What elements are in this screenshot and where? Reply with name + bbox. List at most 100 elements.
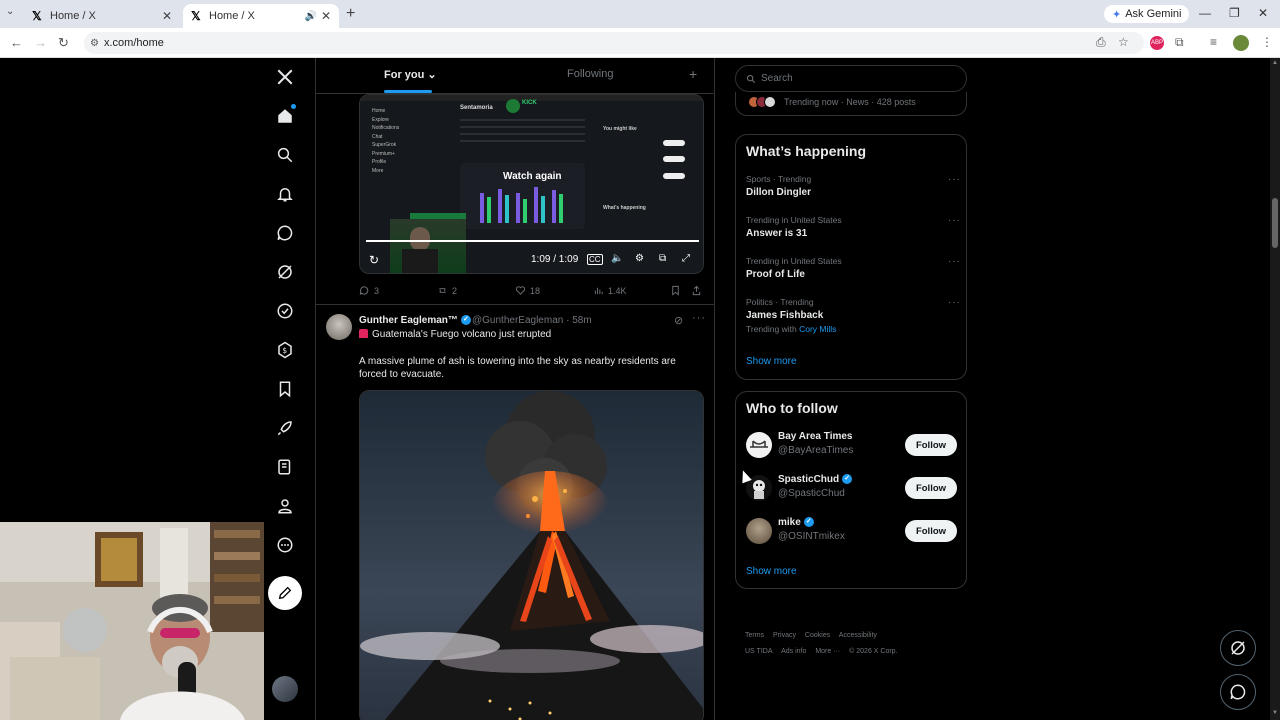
jobs-rocket-icon[interactable] (272, 415, 298, 441)
follow-button[interactable]: Follow (905, 520, 957, 542)
extensions-icon[interactable]: ⧉ (1175, 35, 1184, 50)
video-progress-bar[interactable] (366, 240, 699, 242)
grok-explain-icon[interactable]: ⊘ (674, 314, 683, 327)
home-icon[interactable] (272, 103, 298, 129)
watch-again-label[interactable]: Watch again (503, 171, 562, 182)
captions-icon[interactable]: CC (587, 254, 603, 265)
share-button[interactable] (691, 285, 702, 296)
trend-item[interactable]: Trending in United States Proof of Life … (746, 256, 961, 280)
trend-more-icon[interactable]: ··· (948, 215, 961, 226)
install-icon[interactable]: ⎙ (1096, 35, 1106, 50)
follow-suggestion[interactable]: mike ✓ @OSINTmikex Follow (746, 516, 961, 548)
media-control-icon[interactable]: ≡ (1210, 35, 1217, 49)
author-handle[interactable]: @GuntherEagleman · 58m (472, 315, 592, 326)
avatar[interactable] (746, 432, 772, 458)
suggestion-handle[interactable]: @OSINTmikex (778, 531, 845, 542)
volume-icon[interactable]: 🔈 (611, 253, 623, 264)
trend-more-icon[interactable]: ··· (948, 297, 961, 308)
trend-item[interactable]: Trending in United States Answer is 31 ·… (746, 215, 961, 239)
scrollbar-thumb[interactable] (1272, 198, 1278, 248)
address-bar[interactable]: ⚙ x.com/home (84, 32, 1144, 54)
follow-suggestion[interactable]: SpasticChud ✓ @SpasticChud Follow (746, 473, 961, 505)
account-avatar[interactable] (272, 676, 298, 702)
footer-link-accessibility[interactable]: Accessibility (839, 632, 877, 639)
ask-gemini-button[interactable]: ✦ Ask Gemini (1104, 5, 1190, 23)
browser-tab-1[interactable]: 𝕏 Home / X ✕ (24, 4, 180, 28)
bookmark-button[interactable] (670, 285, 681, 296)
suggestion-name[interactable]: mike ✓ (778, 517, 814, 528)
show-more-follow-link[interactable]: Show more (746, 566, 797, 577)
suggestion-handle[interactable]: @SpasticChud (778, 488, 845, 499)
x-logo-icon[interactable] (272, 64, 298, 90)
tab-search-icon[interactable]: ⌄ (6, 6, 14, 17)
footer-link-cookies[interactable]: Cookies (805, 632, 830, 639)
author-name[interactable]: Gunther Eagleman™ ✓ (359, 315, 471, 326)
browser-menu-icon[interactable]: ⋮ (1261, 35, 1273, 49)
reply-button[interactable]: 3 (359, 285, 379, 296)
trend-more-icon[interactable]: ··· (948, 256, 961, 267)
trend-with-link[interactable]: Cory Mills (799, 324, 836, 334)
views-button[interactable]: 1.4K (593, 285, 627, 296)
follow-suggestion[interactable]: Bay Area Times @BayAreaTimes Follow (746, 430, 961, 462)
search-input[interactable]: Search (735, 65, 967, 92)
follow-button[interactable]: Follow (905, 477, 957, 499)
follow-button[interactable]: Follow (905, 434, 957, 456)
new-tab-button[interactable]: + (346, 5, 355, 23)
bookmark-star-icon[interactable]: ☆ (1118, 35, 1129, 49)
forward-icon[interactable]: → (34, 35, 47, 50)
post-more-icon[interactable]: ··· (692, 312, 706, 324)
tab-close-icon[interactable]: ✕ (321, 9, 331, 23)
page-scrollbar[interactable] (1270, 58, 1280, 720)
trend-item[interactable]: Politics · Trending James Fishback Trend… (746, 297, 961, 334)
grok-icon[interactable] (272, 259, 298, 285)
repost-button[interactable]: 2 (437, 285, 457, 296)
footer-link-more[interactable]: More ··· (815, 648, 840, 655)
tab-for-you[interactable]: For you ⌄ (384, 68, 437, 81)
suggestion-name[interactable]: SpasticChud ✓ (778, 474, 853, 485)
suggestion-handle[interactable]: @BayAreaTimes (778, 445, 853, 456)
footer-link-us-tida[interactable]: US TIDA (745, 648, 773, 655)
avatar[interactable] (746, 518, 772, 544)
scroll-down-icon[interactable]: ▼ (1272, 710, 1278, 716)
tab-close-icon[interactable]: ✕ (162, 9, 172, 23)
compose-post-button[interactable] (268, 576, 302, 610)
minimize-icon[interactable]: — (1199, 6, 1211, 20)
footer-link-ads-info[interactable]: Ads info (781, 648, 806, 655)
bookmarks-icon[interactable] (272, 376, 298, 402)
profile-icon[interactable] (272, 493, 298, 519)
profile-avatar-icon[interactable] (1233, 35, 1249, 51)
chat-icon[interactable] (272, 220, 298, 246)
messages-float-button[interactable] (1220, 674, 1256, 710)
site-info-icon[interactable]: ⚙ (90, 38, 99, 49)
like-button[interactable]: 18 (515, 285, 540, 296)
restore-icon[interactable]: ❐ (1229, 6, 1240, 20)
footer-link-privacy[interactable]: Privacy (773, 632, 796, 639)
tab-following[interactable]: Following (567, 68, 613, 80)
settings-gear-icon[interactable]: ⚙ (635, 253, 644, 264)
footer-link-terms[interactable]: Terms (745, 632, 764, 639)
adblock-extension-icon[interactable]: ABP (1150, 36, 1164, 50)
premium-icon[interactable] (272, 298, 298, 324)
add-feed-icon[interactable]: + (689, 66, 697, 82)
fullscreen-icon[interactable]: ⤢ (682, 253, 690, 264)
grok-float-button[interactable] (1220, 630, 1256, 666)
trend-more-icon[interactable]: ··· (948, 174, 961, 185)
lists-icon[interactable] (272, 454, 298, 480)
suggestion-name[interactable]: Bay Area Times (778, 431, 853, 442)
more-circle-icon[interactable] (272, 532, 298, 558)
show-more-trends-link[interactable]: Show more (746, 356, 797, 367)
scroll-up-icon[interactable]: ▲ (1272, 60, 1278, 66)
back-icon[interactable]: ← (10, 35, 23, 50)
window-close-icon[interactable]: ✕ (1258, 6, 1268, 20)
replay-icon[interactable]: ↻ (369, 253, 379, 267)
notifications-icon[interactable] (272, 181, 298, 207)
audio-icon[interactable]: 🔊 (305, 11, 317, 22)
explore-icon[interactable] (272, 142, 298, 168)
monetization-icon[interactable]: $ (272, 337, 298, 363)
trend-item[interactable]: Sports · Trending Dillon Dingler ··· (746, 174, 961, 198)
author-avatar[interactable] (326, 314, 352, 340)
reload-icon[interactable]: ↻ (58, 35, 69, 51)
video-player[interactable]: Home Explore Notifications Chat SuperGro… (359, 94, 704, 274)
browser-tab-2[interactable]: 𝕏 Home / X 🔊 ✕ (183, 4, 339, 28)
trending-now-card[interactable]: Trending now · News · 428 posts (735, 92, 967, 116)
